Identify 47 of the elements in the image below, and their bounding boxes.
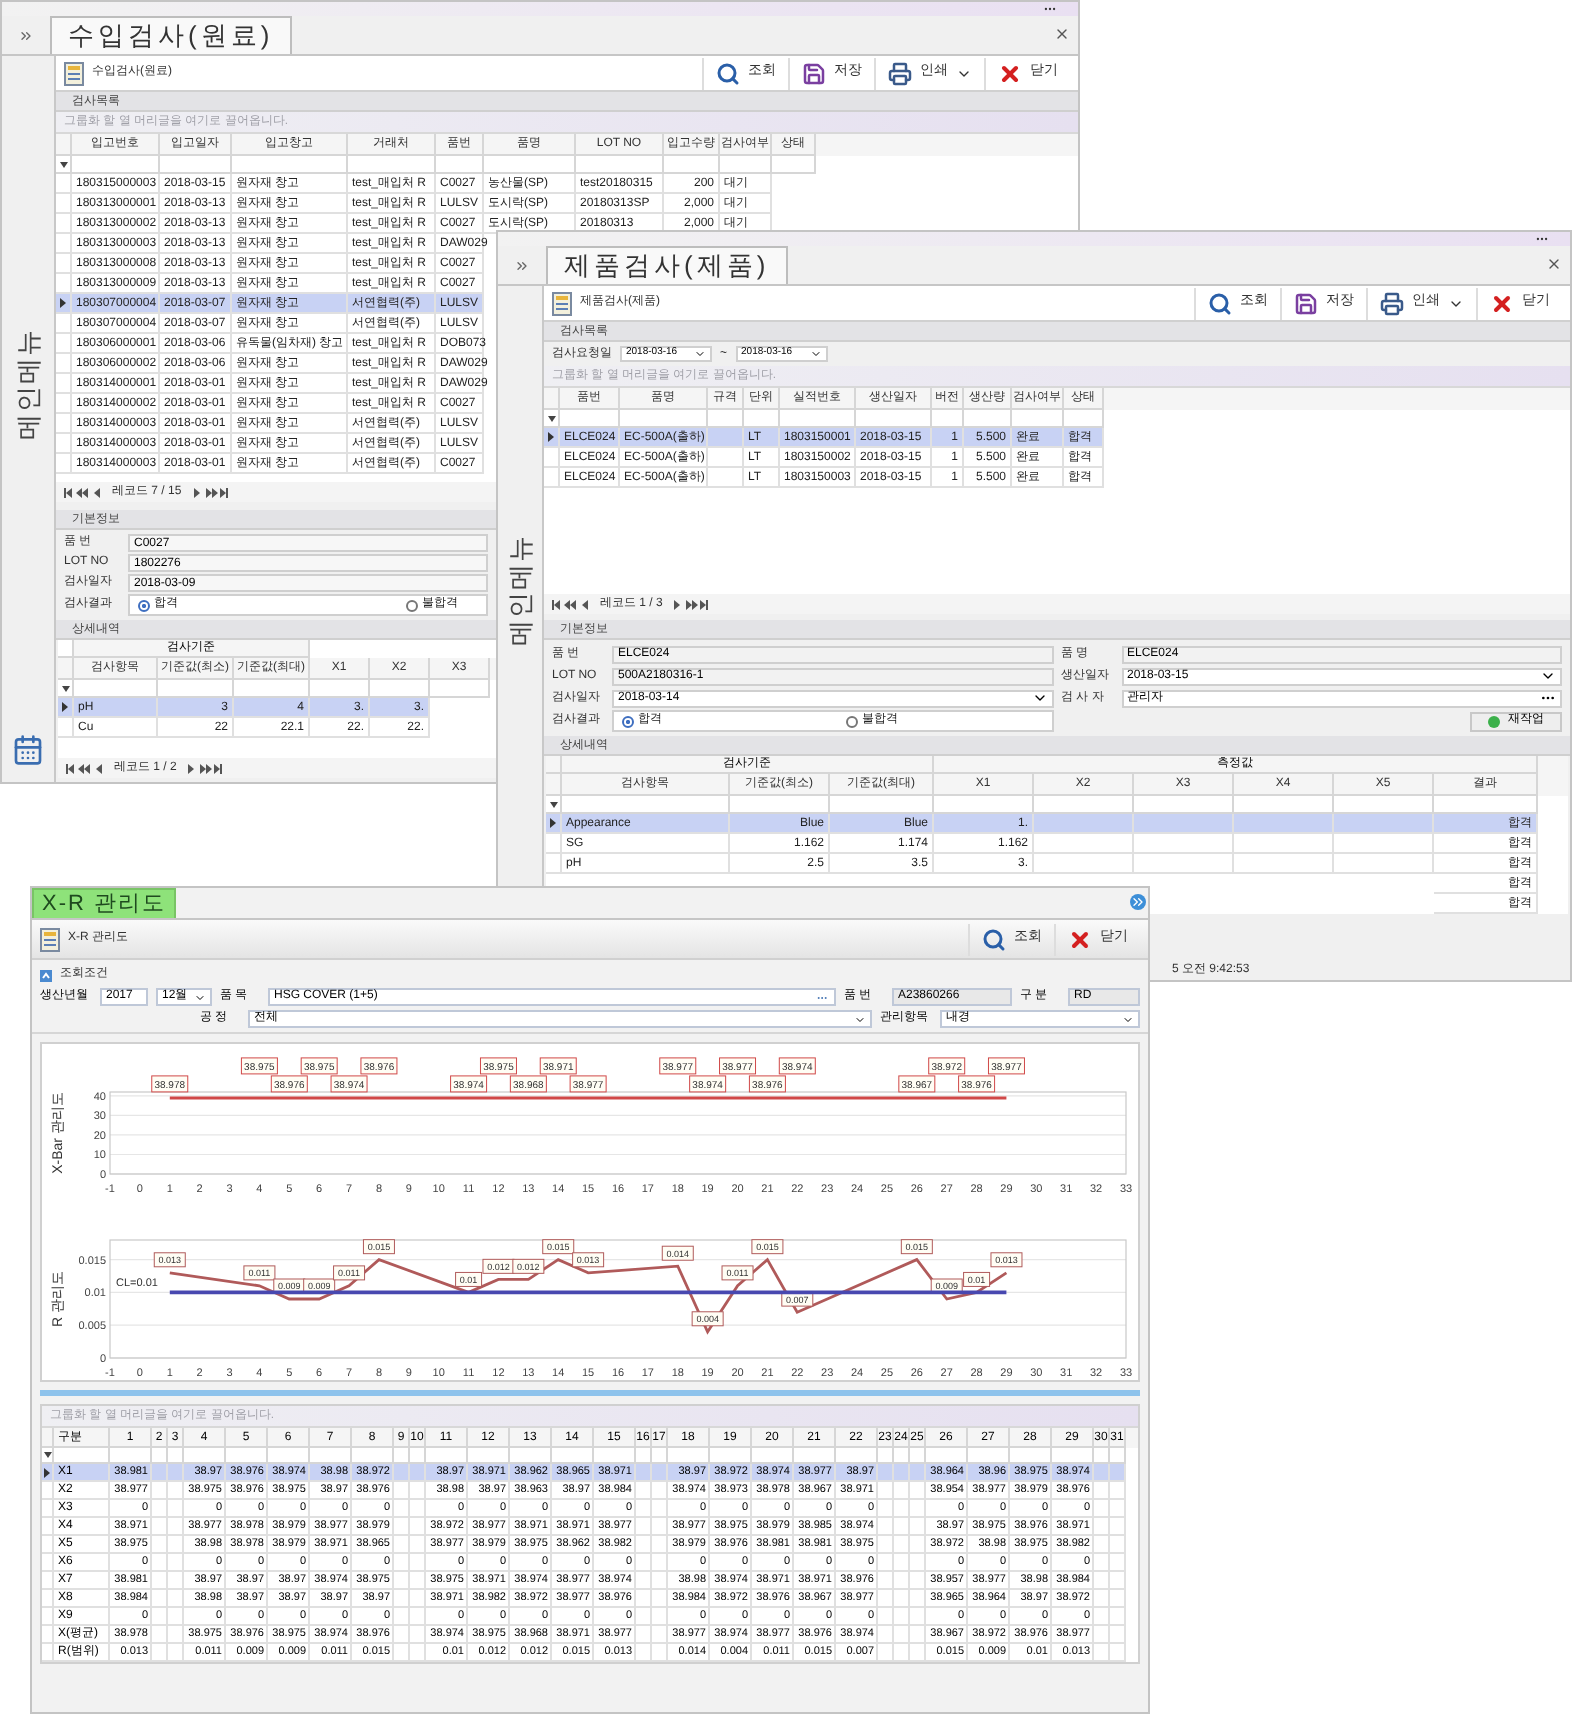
- pager-forward-icon[interactable]: [184, 763, 225, 773]
- pager-back-icon[interactable]: [552, 599, 592, 609]
- caret-icon: [854, 1013, 866, 1025]
- printer-icon: [888, 61, 912, 85]
- calendar-icon[interactable]: [12, 734, 44, 766]
- filter-row-icon: [549, 801, 557, 807]
- filter-row-icon: [59, 161, 67, 167]
- collapse-icon[interactable]: [40, 969, 52, 981]
- form-icon: [64, 61, 84, 85]
- search-icon: [716, 61, 740, 85]
- row-indicator-icon: [62, 702, 68, 712]
- filter-row-icon: [61, 685, 69, 691]
- filter-row-icon: [43, 1452, 51, 1458]
- caret-icon: [1031, 690, 1047, 706]
- close-icon: [998, 61, 1022, 85]
- filter-row-icon: [547, 415, 555, 421]
- pager-back-icon[interactable]: [64, 487, 104, 497]
- caret-icon: [809, 348, 822, 360]
- close-icon: [1068, 927, 1092, 951]
- row-indicator-icon: [550, 818, 556, 828]
- search-icon: [1208, 291, 1232, 315]
- side-menu-label[interactable]: 메인메뉴: [8, 328, 48, 440]
- tab[interactable]: 제품검사(제품): [546, 246, 788, 284]
- row-indicator-icon: [44, 1467, 50, 1477]
- caret-icon: [1122, 1013, 1134, 1025]
- tab[interactable]: 수입검사(원료): [50, 16, 292, 54]
- pager-forward-icon[interactable]: [189, 487, 230, 497]
- close-icon: [1490, 291, 1514, 315]
- tab[interactable]: X-R 관리도: [32, 888, 176, 918]
- expand-icon[interactable]: [1130, 894, 1146, 910]
- form-icon: [552, 291, 572, 315]
- close-icon[interactable]: [1054, 26, 1070, 42]
- filter-cell[interactable]: [430, 680, 490, 698]
- printer-icon: [1380, 291, 1404, 315]
- filter-cell[interactable]: [772, 156, 816, 174]
- row-indicator-icon: [60, 298, 66, 308]
- row-indicator-icon: [548, 432, 554, 442]
- search-icon: [982, 927, 1006, 951]
- caret-icon: [194, 991, 206, 1003]
- caret-icon: [1540, 668, 1556, 684]
- form-icon: [40, 927, 60, 951]
- expand-icon[interactable]: [514, 257, 530, 273]
- pager-forward-icon[interactable]: [670, 599, 711, 609]
- pager-back-icon[interactable]: [66, 763, 106, 773]
- expand-icon[interactable]: [18, 27, 34, 43]
- close-icon[interactable]: [1546, 256, 1562, 272]
- caret-icon: [694, 348, 706, 360]
